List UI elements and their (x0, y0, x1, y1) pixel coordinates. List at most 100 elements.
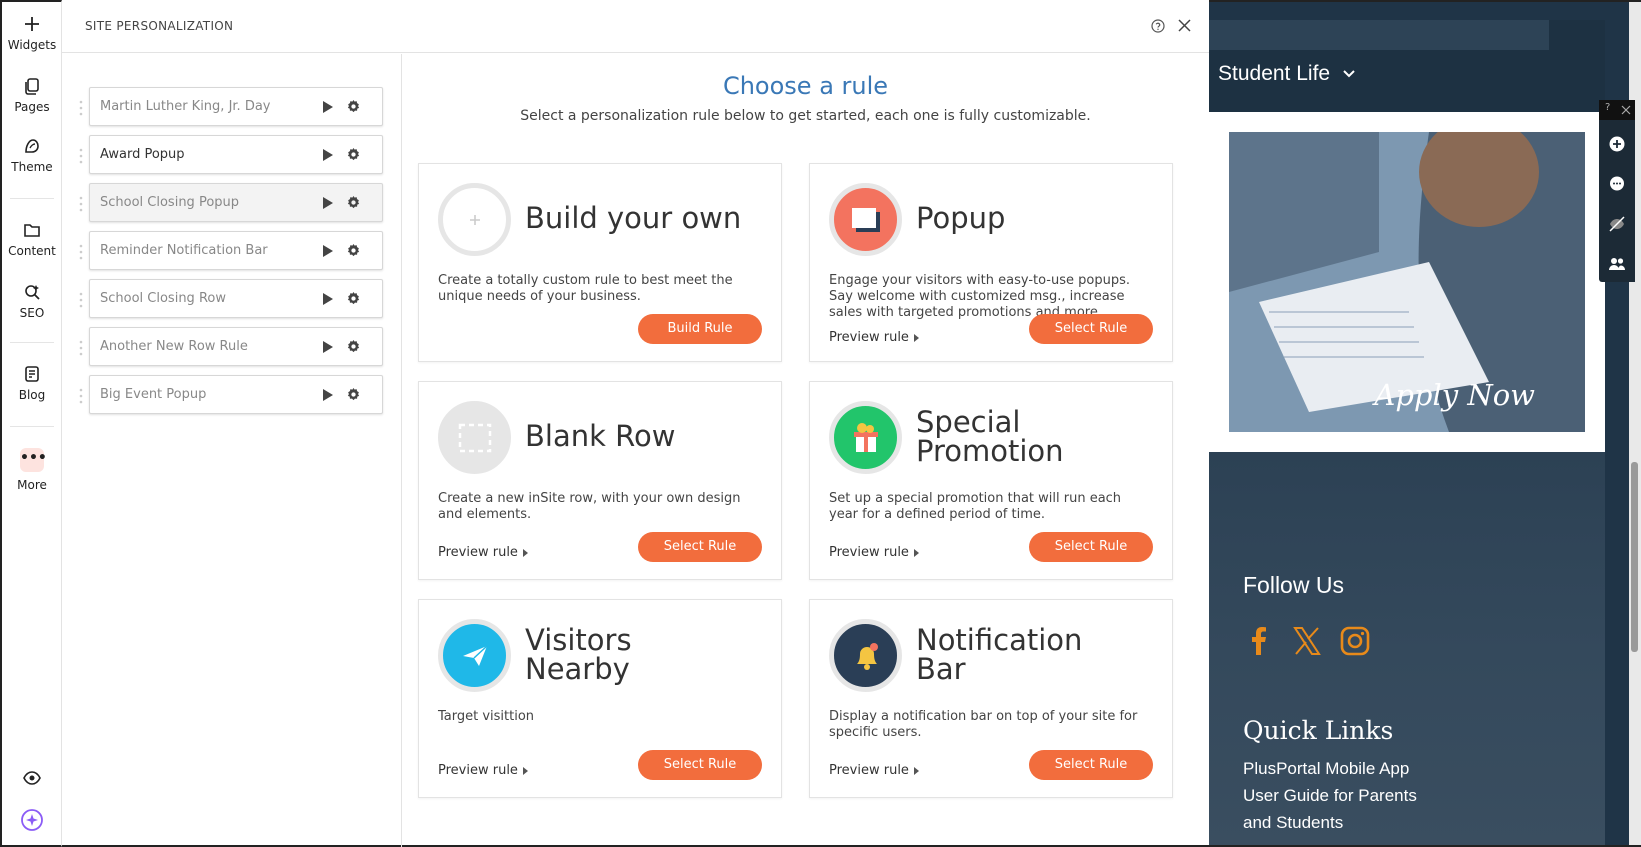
scrollbar-thumb[interactable] (1631, 462, 1638, 652)
gear-icon[interactable] (346, 99, 361, 114)
rule-name: School Closing Popup (100, 195, 240, 210)
card-title-line: Nearby (525, 652, 630, 686)
preview-rule-label: Preview rule (438, 545, 518, 560)
panel-title: SITE PERSONALIZATION (85, 19, 234, 33)
drag-handle-icon[interactable] (78, 147, 84, 165)
rail-seo[interactable]: SEO (2, 282, 62, 320)
card-blank-row: Blank Row Create a new inSite row, with … (418, 381, 782, 580)
theme-icon (25, 139, 39, 153)
toolbar-header: ? (1599, 100, 1635, 120)
popup-badge-icon (829, 183, 902, 256)
preview-rule-link[interactable]: Preview rule (829, 763, 919, 778)
card-visitors-nearby: Visitors Nearby Target visittion Preview … (418, 599, 782, 798)
gear-icon[interactable] (346, 243, 361, 258)
instagram-icon[interactable] (1339, 625, 1371, 657)
rule-row[interactable]: Reminder Notification Bar (79, 231, 383, 270)
quick-link[interactable]: and Students (1243, 813, 1343, 833)
gear-icon[interactable] (346, 387, 361, 402)
play-icon[interactable] (322, 196, 334, 210)
play-icon[interactable] (322, 340, 334, 354)
chat-icon[interactable] (1608, 175, 1626, 193)
facebook-icon[interactable] (1243, 625, 1275, 657)
drag-handle-icon[interactable] (78, 291, 84, 309)
student-life-nav[interactable]: Student Life (1218, 62, 1356, 86)
preview-rule-link[interactable]: Preview rule (438, 545, 528, 560)
card-description: Display a notification bar on top of you… (829, 709, 1138, 740)
plus-icon (25, 17, 39, 31)
hide-icon[interactable] (1608, 215, 1626, 233)
rail-theme[interactable]: Theme (2, 136, 62, 174)
toolbar-close-icon[interactable] (1621, 105, 1631, 115)
select-rule-button[interactable]: Select Rule (1029, 314, 1153, 344)
rail-widgets[interactable]: Widgets (2, 14, 62, 52)
rail-content[interactable]: Content (2, 220, 62, 258)
drag-handle-icon[interactable] (78, 339, 84, 357)
card-build-your-own: Build your own Create a totally custom r… (418, 163, 782, 362)
rail-content-label: Content (8, 244, 56, 258)
quick-link[interactable]: PlusPortal Mobile App (1243, 759, 1409, 779)
gear-icon[interactable] (346, 147, 361, 162)
rail-blog[interactable]: Blog (2, 364, 62, 402)
rule-name: Award Popup (100, 147, 185, 162)
drag-handle-icon[interactable] (78, 195, 84, 213)
close-icon[interactable] (1177, 18, 1192, 33)
rule-row[interactable]: School Closing Popup (79, 183, 383, 222)
rail-widgets-label: Widgets (7, 38, 57, 52)
rule-row[interactable]: Martin Luther King, Jr. Day (79, 87, 383, 126)
card-description: Create a new inSite row, with your own d… (438, 491, 741, 522)
preview-rule-link[interactable]: Preview rule (438, 763, 528, 778)
select-rule-button[interactable]: Select Rule (1029, 750, 1153, 780)
triangle-right-icon (913, 766, 919, 775)
quick-link[interactable]: User Guide for Parents (1243, 786, 1417, 806)
drag-handle-icon[interactable] (78, 99, 84, 117)
blank-row-badge-icon (438, 401, 511, 474)
users-icon[interactable] (1608, 255, 1626, 273)
play-icon[interactable] (322, 148, 334, 162)
card-description: Target visittion (438, 709, 535, 724)
rule-name: Reminder Notification Bar (100, 243, 268, 258)
choose-rule-heading: Choose a rule (722, 72, 889, 100)
build-rule-button[interactable]: Build Rule (638, 314, 762, 344)
preview-rule-label: Preview rule (829, 330, 909, 345)
help-icon[interactable] (1151, 19, 1165, 33)
eye-icon[interactable] (22, 768, 42, 788)
rule-row[interactable]: Big Event Popup (79, 375, 383, 414)
gift-badge-icon (829, 401, 902, 474)
website-preview: Student Life Apply Now Follow Us Quick L… (1209, 0, 1641, 847)
rule-row[interactable]: Award Popup (79, 135, 383, 174)
x-twitter-icon[interactable] (1291, 625, 1323, 657)
site-top-bar (1209, 20, 1549, 50)
rule-row[interactable]: Another New Row Rule (79, 327, 383, 366)
ai-assistant-icon[interactable] (20, 808, 44, 832)
more-icon: ••• (20, 448, 47, 472)
rule-row[interactable]: School Closing Row (79, 279, 383, 318)
preview-rule-link[interactable]: Preview rule (829, 330, 919, 345)
select-rule-button[interactable]: Select Rule (638, 532, 762, 562)
rail-more[interactable]: ••• More (2, 448, 62, 492)
preview-rule-link[interactable]: Preview rule (829, 545, 919, 560)
toolbar-help-icon[interactable]: ? (1605, 102, 1610, 113)
select-rule-button[interactable]: Select Rule (638, 750, 762, 780)
play-icon[interactable] (322, 244, 334, 258)
preview-rule-label: Preview rule (829, 763, 909, 778)
blog-icon (25, 366, 39, 382)
add-icon[interactable] (1608, 135, 1626, 153)
play-icon[interactable] (322, 292, 334, 306)
gear-icon[interactable] (346, 291, 361, 306)
triangle-right-icon (522, 548, 528, 557)
gear-icon[interactable] (346, 339, 361, 354)
card-title: Blank Row (525, 419, 676, 453)
card-title-line: Bar (916, 652, 966, 686)
gear-icon[interactable] (346, 195, 361, 210)
seo-icon (25, 285, 40, 300)
drag-handle-icon[interactable] (78, 243, 84, 261)
apply-now-text[interactable]: Apply Now (1229, 378, 1585, 412)
select-rule-button[interactable]: Select Rule (1029, 532, 1153, 562)
drag-handle-icon[interactable] (78, 387, 84, 405)
card-popup: Popup Engage your visitors with easy-to-… (809, 163, 1173, 362)
rail-pages[interactable]: Pages (2, 76, 62, 114)
play-icon[interactable] (322, 388, 334, 402)
preview-rule-label: Preview rule (438, 763, 518, 778)
play-icon[interactable] (322, 100, 334, 114)
card-title: Special Promotion (916, 408, 1064, 466)
